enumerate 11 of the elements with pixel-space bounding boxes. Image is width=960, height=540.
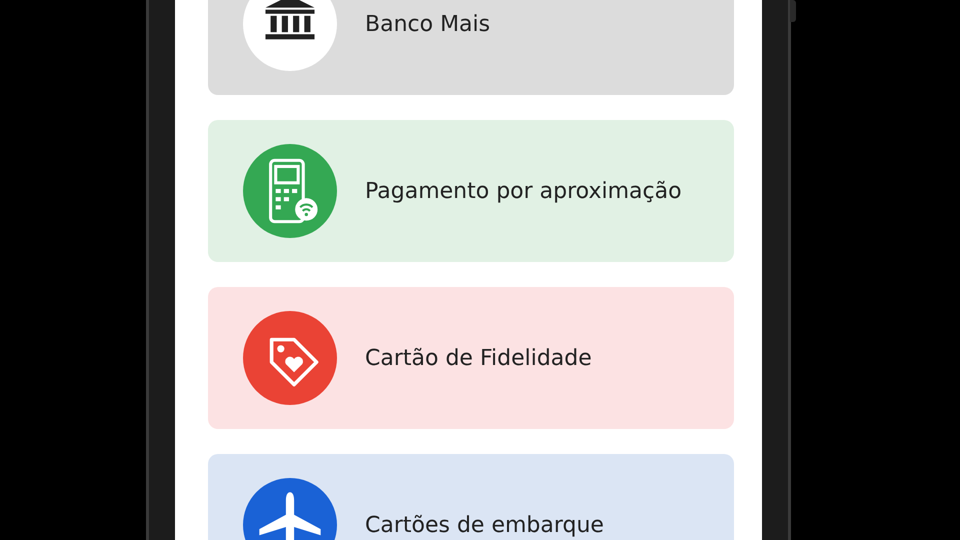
card-title: Cartões de embarque <box>365 512 604 538</box>
heart-tag-icon <box>243 311 337 405</box>
pass-card[interactable]: Pagamento por aproximação <box>208 120 734 262</box>
card-title: Banco Mais <box>365 12 490 36</box>
card-title: Pagamento por aproximação <box>365 178 682 204</box>
card-terminal-icon <box>243 144 337 238</box>
pass-card[interactable]: Banco Mais <box>208 0 734 95</box>
pass-card[interactable]: Cartão de Fidelidade <box>208 287 734 429</box>
card-title: Cartão de Fidelidade <box>365 346 592 370</box>
bank-icon <box>243 0 337 71</box>
pass-card[interactable]: Cartões de embarque <box>208 454 734 540</box>
